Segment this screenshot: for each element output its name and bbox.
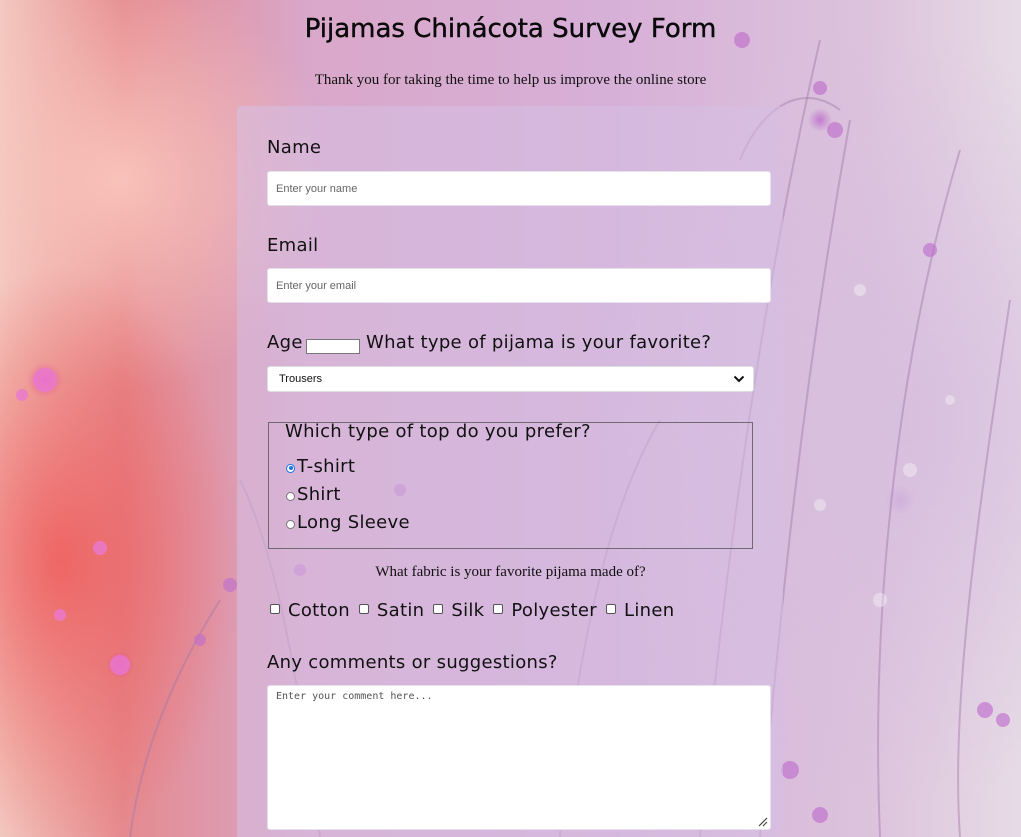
comments-textarea[interactable]: Enter your comment here... [267, 685, 771, 830]
page-subtitle: Thank you for taking the time to help us… [314, 72, 707, 88]
resize-handle-icon[interactable] [757, 816, 768, 827]
radio-label: Shirt [297, 483, 341, 505]
top-preference-legend: Which type of top do you prefer? [285, 421, 591, 442]
chevron-down-icon [733, 375, 745, 383]
pijama-type-select[interactable]: Trousers [267, 366, 754, 392]
checkbox-label: Linen [624, 599, 675, 621]
checkbox-label: Cotton [288, 599, 350, 621]
checkbox[interactable] [606, 604, 616, 614]
checkbox[interactable] [358, 604, 369, 614]
name-input[interactable] [267, 171, 771, 206]
checkbox-option-polyester[interactable]: Polyester [493, 600, 597, 621]
comments-label: Any comments or suggestions? [267, 652, 558, 673]
radio-option-shirt[interactable]: Shirt [286, 483, 341, 505]
checkbox[interactable] [270, 604, 280, 614]
checkbox-label: Satin [376, 599, 425, 621]
name-label: Name [267, 137, 322, 158]
checkbox[interactable] [493, 604, 504, 614]
age-label: Age [267, 332, 303, 353]
fabric-checkbox-group: Cotton Satin Silk Polyester Linen [270, 598, 683, 622]
checkbox[interactable] [433, 604, 444, 614]
pijama-type-label: What type of pijama is your favorite? [366, 332, 712, 353]
comments-placeholder: Enter your comment here... [276, 691, 433, 702]
page-title: Pijamas Chinácota Survey Form [304, 14, 717, 44]
checkbox-option-cotton[interactable]: Cotton [270, 600, 350, 621]
pijama-type-selected-value: Trousers [279, 373, 322, 385]
checkbox-option-linen[interactable]: Linen [606, 600, 674, 621]
age-input[interactable] [306, 339, 360, 354]
radio-button[interactable] [286, 491, 295, 501]
radio-label: Long Sleeve [297, 511, 410, 533]
checkbox-option-silk[interactable]: Silk [433, 600, 484, 621]
checkbox-label: Silk [451, 599, 485, 621]
email-input[interactable] [267, 268, 771, 303]
checkbox-label: Polyester [511, 599, 597, 621]
radio-option-long-sleeve[interactable]: Long Sleeve [286, 511, 410, 533]
radio-button[interactable] [286, 519, 295, 529]
fabric-question: What fabric is your favorite pijama made… [375, 564, 646, 580]
radio-label: T-shirt [297, 455, 356, 477]
radio-option-tshirt[interactable]: T-shirt [286, 455, 355, 477]
checkbox-option-satin[interactable]: Satin [358, 599, 425, 621]
radio-button[interactable] [286, 463, 295, 473]
email-label: Email [267, 235, 319, 256]
